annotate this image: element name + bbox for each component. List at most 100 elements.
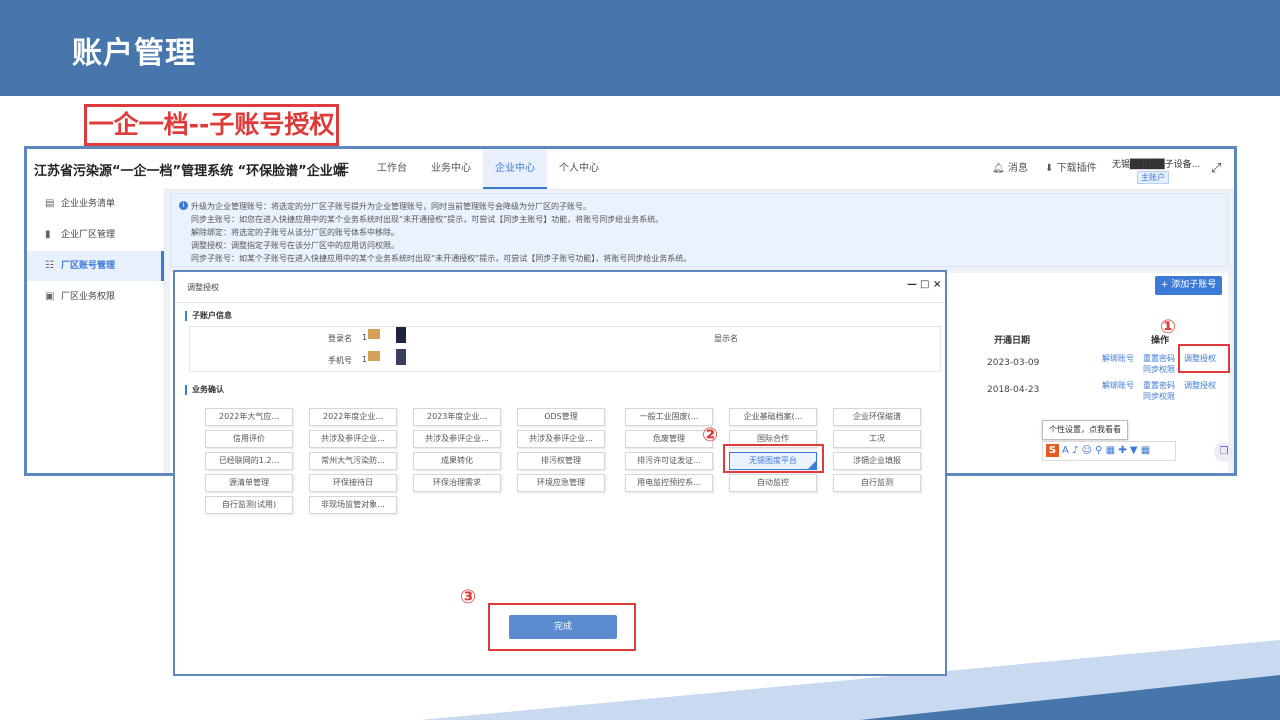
phone-label: 手机号 [328, 356, 352, 365]
section-label: 一企一档--子账号授权 [84, 104, 339, 146]
minimize-icon[interactable]: — [907, 279, 917, 290]
sogou-ime-icon: S [1046, 444, 1059, 457]
info-line: 调整授权：调整指定子账号在该分厂区中的应用访问权限。 [191, 241, 399, 250]
highlight-selected-tag [723, 444, 824, 473]
main-nav: 工作台 业务中心 企业中心 个人中心 [365, 149, 611, 189]
fullscreen-icon[interactable]: ⤢ [1211, 161, 1221, 176]
download-icon: ⬇ [1045, 163, 1054, 174]
download-plugin-button[interactable]: ⬇ 下载插件 [1045, 149, 1097, 189]
phone-value: 1 [362, 355, 368, 364]
sync-permission-link[interactable]: 同步权限 [1143, 364, 1175, 375]
user-role-badge: 主账户 [1137, 171, 1169, 184]
business-tag[interactable]: 已经联网的1.2... [205, 452, 293, 470]
unbind-account-link[interactable]: 解绑账号 [1102, 380, 1134, 391]
business-tag[interactable]: 一般工业固废(... [625, 408, 713, 426]
sidebar-item-business-list[interactable]: ▤ 企业业务清单 [27, 189, 164, 219]
business-tag[interactable]: 排污许可证发证... [625, 452, 713, 470]
business-tag[interactable]: ODS管理 [517, 408, 605, 426]
nav-business-center[interactable]: 业务中心 [419, 149, 483, 189]
permission-icon: ▣ [45, 291, 55, 302]
business-tag[interactable]: 信用评价 [205, 430, 293, 448]
highlight-adjust-authorization [1178, 344, 1230, 373]
adjust-authorization-link[interactable]: 调整授权 [1184, 380, 1216, 391]
ime-tooltip: 个性设置，点我看看 [1042, 420, 1128, 440]
user-name[interactable]: 无锡█████子设备... [1112, 157, 1200, 170]
info-line: 同步主账号：如您在进入快捷应用中的某个业务系统时出现“未开通授权”提示，可尝试【… [191, 215, 664, 224]
info-line: 解除绑定：将选定的子账号从该分厂区的账号体系中移除。 [191, 228, 399, 237]
account-list-icon: ☷ [45, 260, 54, 271]
sidebar: ▤ 企业业务清单 ▮ 企业厂区管理 ☷ 厂区账号管理 ▣ 厂区业务权限 [27, 189, 165, 473]
unbind-account-link[interactable]: 解绑账号 [1102, 353, 1134, 364]
section-business-confirm: 业务确认 [185, 385, 224, 395]
nav-personal-center[interactable]: 个人中心 [547, 149, 611, 189]
redaction-block [368, 329, 380, 339]
business-tag[interactable]: 危废管理 [625, 430, 713, 448]
sidebar-item-plant-accounts[interactable]: ☷ 厂区账号管理 [27, 251, 164, 281]
business-tag[interactable]: 环境应急管理 [517, 474, 605, 492]
business-tag[interactable]: 用电监控预控系... [625, 474, 713, 492]
redaction-block [396, 349, 406, 365]
list-icon: ▤ [45, 198, 55, 209]
reset-password-link[interactable]: 重置密码 [1143, 380, 1175, 391]
business-tag[interactable]: 自动监控 [729, 474, 817, 492]
business-tag[interactable]: 成果转化 [413, 452, 501, 470]
sidebar-item-plant-management[interactable]: ▮ 企业厂区管理 [27, 220, 164, 250]
sidebar-item-plant-permissions[interactable]: ▣ 厂区业务权限 [27, 282, 164, 312]
business-tag[interactable]: 共涉及参评企业... [413, 430, 501, 448]
business-tag[interactable]: 自行监测 [833, 474, 921, 492]
step-marker-3: ③ [460, 586, 477, 608]
business-tag[interactable]: 2023年度企业... [413, 408, 501, 426]
info-line: 同步子账号：如某个子账号在进入快捷应用中的某个业务系统时出现“未开通授权”提示，… [191, 254, 692, 263]
business-tag[interactable]: 2022年度企业... [309, 408, 397, 426]
row-open-date: 2023-03-09 [987, 358, 1040, 368]
business-tag[interactable]: 共涉及参评企业... [309, 430, 397, 448]
add-sub-account-button[interactable]: + 添加子账号 [1155, 276, 1222, 295]
sub-account-form: 登录名 1 显示名 手机号 1 [189, 326, 941, 372]
business-tag[interactable]: 环保接待日 [309, 474, 397, 492]
bell-icon: 🔔︎ [992, 163, 1005, 174]
business-tag[interactable]: 自行监测(试用) [205, 496, 293, 514]
ime-toolbar[interactable]: SA ♪ ☺ ⚲ ▦ ✚ ▼ ▦ [1042, 441, 1176, 461]
info-icon: i [179, 201, 188, 210]
maximize-icon[interactable]: □ [920, 279, 929, 290]
business-tag[interactable]: 2022年大气应... [205, 408, 293, 426]
login-name-label: 登录名 [328, 334, 352, 343]
dialog-header: 调整授权 — □ × [175, 272, 945, 303]
messages-button[interactable]: 🔔︎ 消息 [992, 149, 1028, 189]
business-tag[interactable]: 常州大气污染防... [309, 452, 397, 470]
redaction-block [368, 351, 380, 361]
business-tag[interactable]: 涉镉企业填报 [833, 452, 921, 470]
display-name-label: 显示名 [714, 334, 738, 343]
system-title: 江苏省污染源“一企一档”管理系统 “环保脸谱”企业端 [34, 164, 346, 179]
redaction-block [396, 327, 406, 343]
nav-enterprise-center[interactable]: 企业中心 [483, 149, 547, 189]
info-notice: i 升级为企业管理账号：将选定的分厂区子账号提升为企业管理账号，同时当前管理账号… [170, 193, 1228, 267]
section-sub-account-info: 子账户信息 [185, 311, 232, 321]
business-tag[interactable]: 工况 [833, 430, 921, 448]
close-icon[interactable]: × [933, 279, 941, 290]
column-open-date: 开通日期 [994, 336, 1031, 346]
business-tag[interactable]: 企业环保缩谱 [833, 408, 921, 426]
menu-icon[interactable]: ☰ [337, 161, 350, 177]
dialog-title: 调整授权 [187, 283, 219, 292]
database-icon: ▮ [45, 229, 51, 240]
step-marker-1: ① [1160, 316, 1177, 338]
info-line: 升级为企业管理账号：将选定的分厂区子账号提升为企业管理账号，同时当前管理账号会降… [191, 202, 591, 211]
reset-password-link[interactable]: 重置密码 [1143, 353, 1175, 364]
top-bar: 江苏省污染源“一企一档”管理系统 “环保脸谱”企业端 ☰ 工作台 业务中心 企业… [27, 149, 1234, 190]
business-tag[interactable]: 排污权管理 [517, 452, 605, 470]
row-open-date: 2018-04-23 [987, 385, 1040, 395]
business-tag[interactable]: 环保治理需求 [413, 474, 501, 492]
nav-workbench[interactable]: 工作台 [365, 149, 419, 189]
business-tag[interactable]: 非现场监管对象... [309, 496, 397, 514]
business-tag[interactable]: 企业基础档案(... [729, 408, 817, 426]
step-marker-2: ② [702, 424, 719, 446]
business-tag[interactable]: 源清单管理 [205, 474, 293, 492]
highlight-done-button [488, 603, 636, 651]
slide-title: 账户管理 [72, 36, 196, 71]
login-name-value: 1 [362, 333, 368, 342]
assistant-icon[interactable]: ❐ [1214, 442, 1234, 462]
sync-permission-link[interactable]: 同步权限 [1143, 391, 1175, 402]
business-tag[interactable]: 共涉及参评企业... [517, 430, 605, 448]
ime-toolbar-icons: A ♪ ☺ ⚲ ▦ ✚ ▼ ▦ [1062, 445, 1151, 456]
